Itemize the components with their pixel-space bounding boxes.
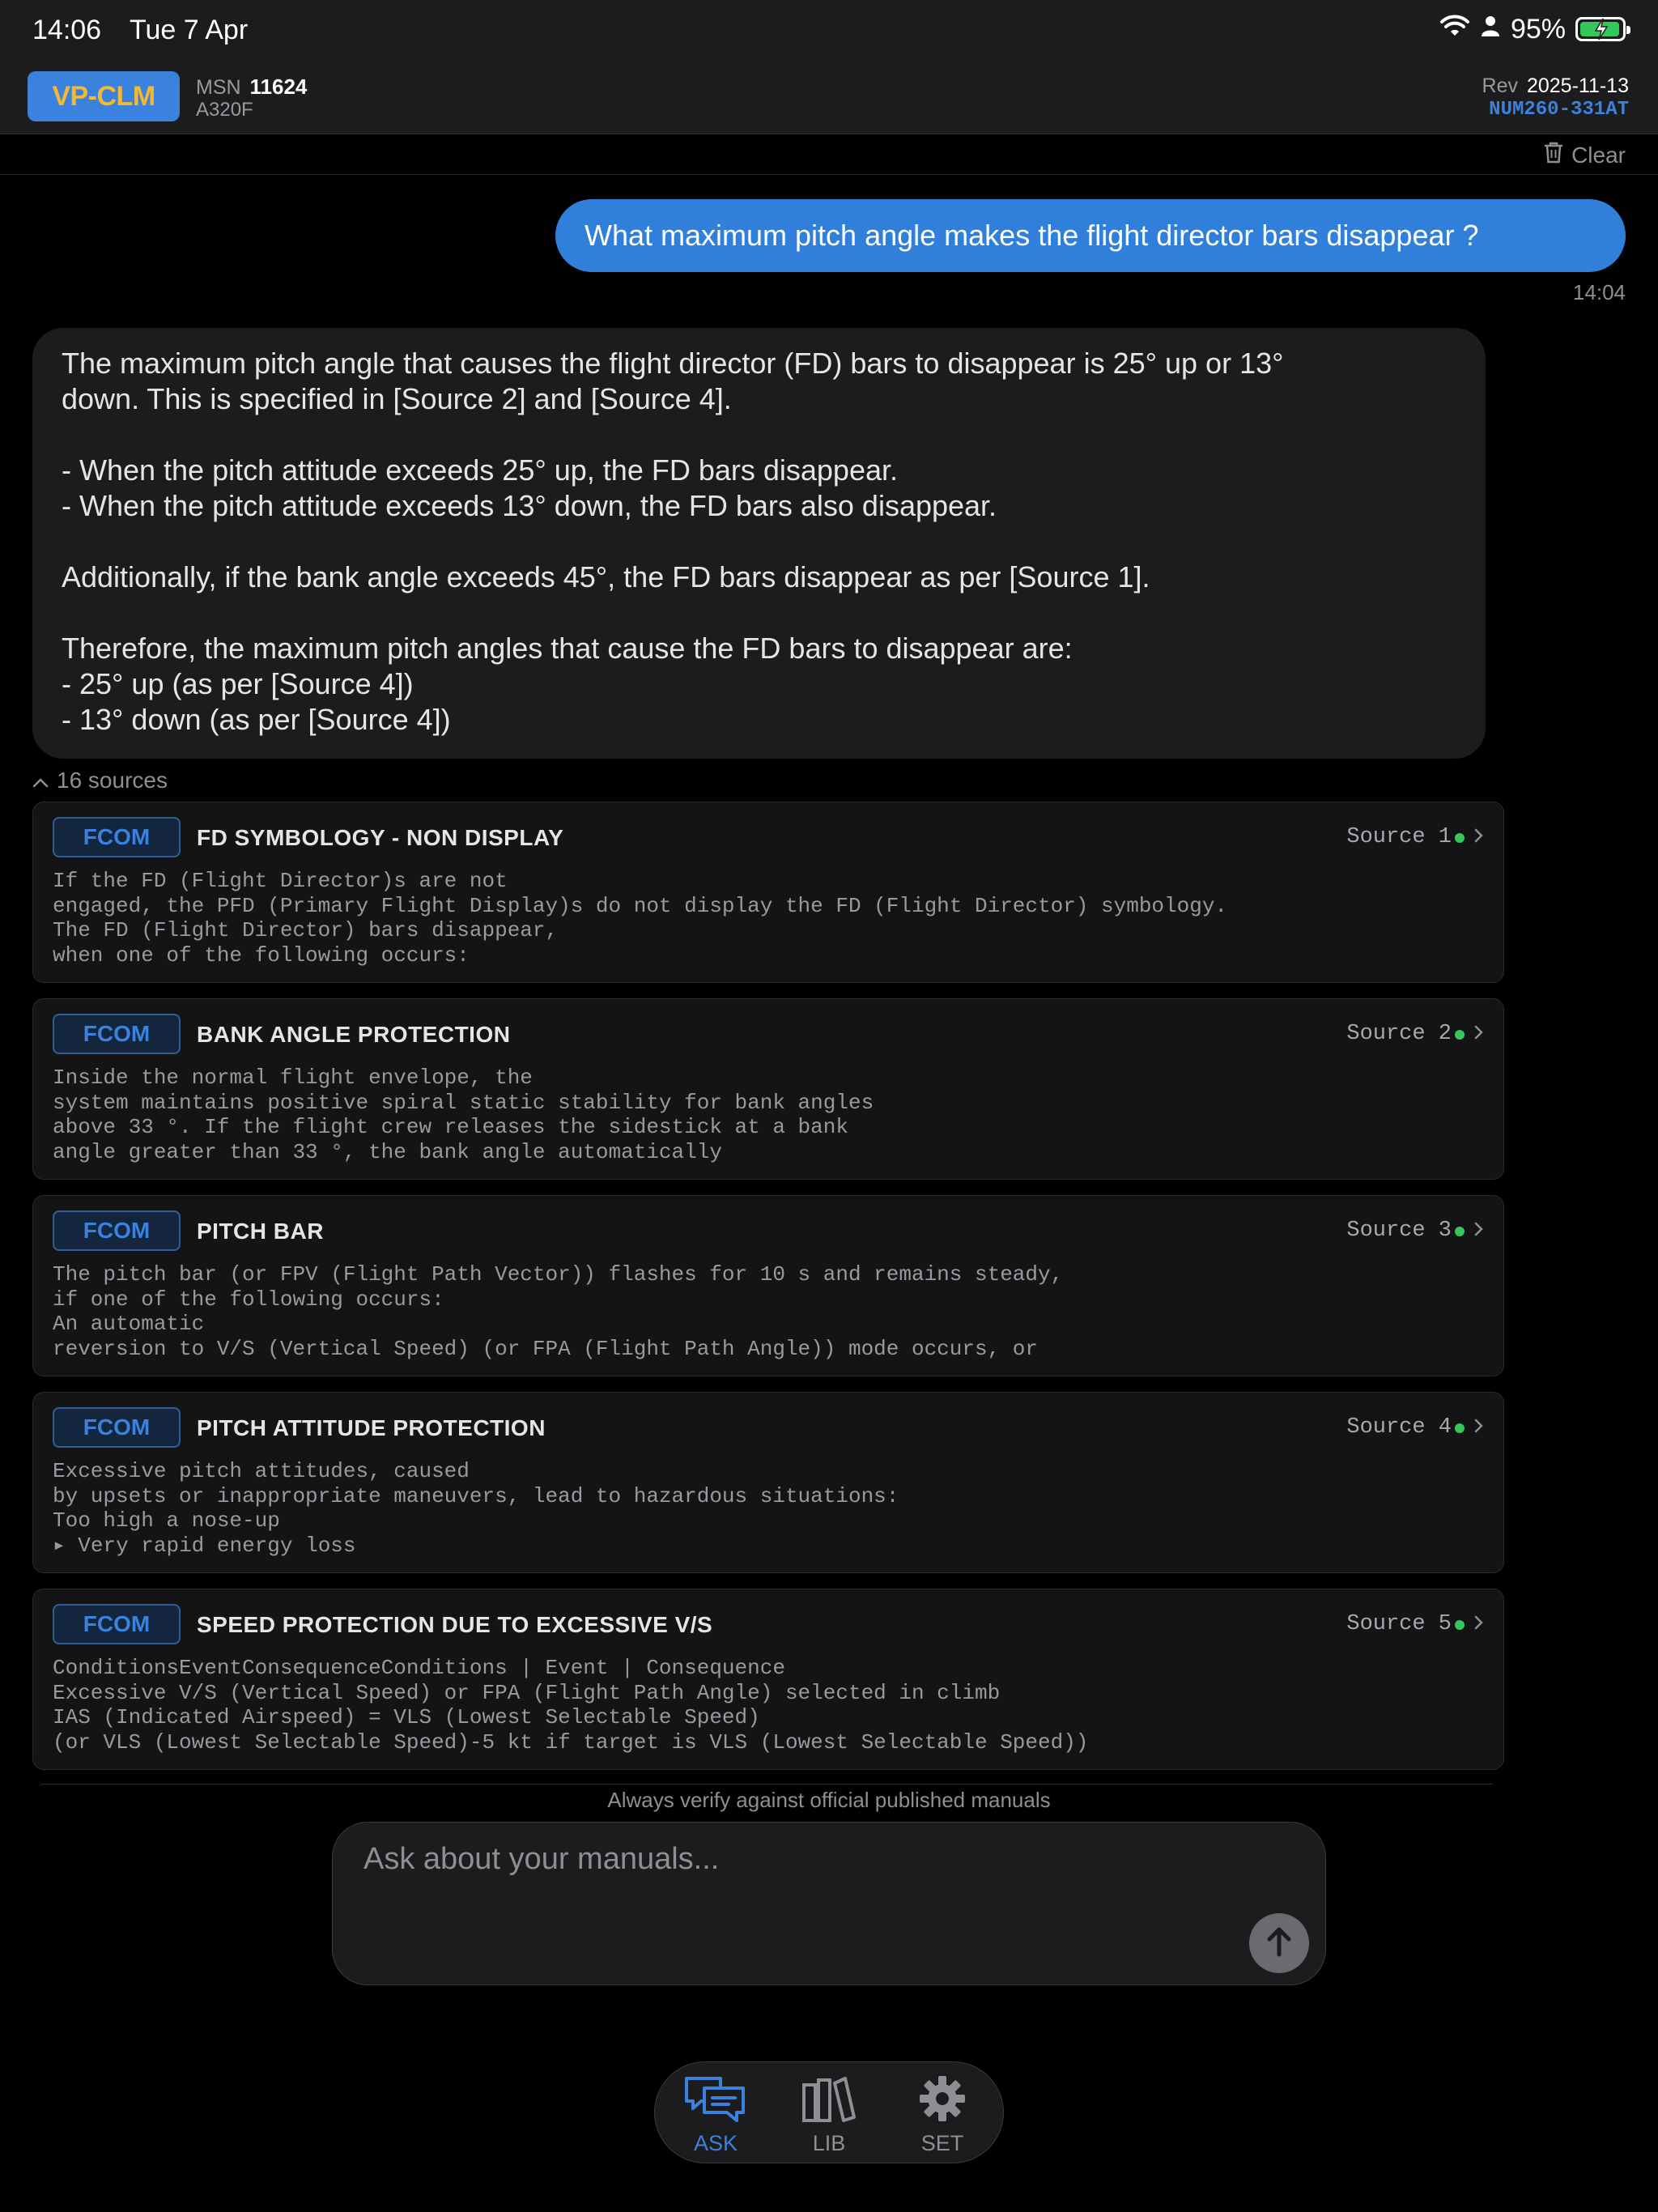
source-card[interactable]: FCOM BANK ANGLE PROTECTION Source 2 Insi… xyxy=(32,998,1504,1180)
document-type-badge: FCOM xyxy=(53,1407,181,1448)
source-card[interactable]: FCOM PITCH BAR Source 3 The pitch bar (o… xyxy=(32,1195,1504,1376)
source-number: Source 1 xyxy=(1346,825,1452,849)
chevron-right-icon xyxy=(1469,1614,1487,1631)
chevron-up-icon xyxy=(32,768,49,793)
chevron-right-icon xyxy=(1469,1220,1487,1238)
source-card[interactable]: FCOM SPEED PROTECTION DUE TO EXCESSIVE V… xyxy=(32,1589,1504,1770)
answer-line: Additionally, if the bank angle exceeds … xyxy=(62,560,1150,593)
source-excerpt: ConditionsEventConsequenceConditions | E… xyxy=(53,1656,1089,1755)
send-button[interactable] xyxy=(1249,1913,1309,1973)
status-time: 14:06 xyxy=(32,15,102,45)
answer-line: - When the pitch attitude exceeds 13° do… xyxy=(62,489,997,522)
tab-lib[interactable]: LIB xyxy=(784,2074,874,2156)
status-dot-icon xyxy=(1455,833,1465,843)
source-excerpt: Excessive pitch attitudes, caused by upse… xyxy=(53,1459,899,1558)
revision-code: NUM260-331AT xyxy=(1489,99,1629,121)
tab-set[interactable]: SET xyxy=(898,2074,987,2156)
message-composer[interactable] xyxy=(332,1822,1326,1985)
source-number: Source 4 xyxy=(1346,1415,1452,1440)
gear-icon xyxy=(917,2074,967,2128)
chat-toolbar: Clear xyxy=(0,134,1658,175)
document-type-badge: FCOM xyxy=(53,1014,181,1054)
source-number: Source 3 xyxy=(1346,1219,1452,1243)
source-title: PITCH ATTITUDE PROTECTION xyxy=(197,1415,546,1440)
source-title: FD SYMBOLOGY - NON DISPLAY xyxy=(197,825,564,850)
chat-bubbles-icon xyxy=(683,2074,748,2128)
source-title: SPEED PROTECTION DUE TO EXCESSIVE V/S xyxy=(197,1612,713,1637)
message-timestamp: 14:04 xyxy=(1572,280,1626,304)
arrow-up-icon xyxy=(1265,1925,1294,1962)
user-message-bubble: What maximum pitch angle makes the fligh… xyxy=(555,199,1626,272)
msn-label: MSN xyxy=(196,76,241,99)
rev-label: Rev xyxy=(1482,74,1519,97)
disclaimer-text: Always verify against official published… xyxy=(607,1788,1051,1812)
answer-line: down. This is specified in [Source 2] an… xyxy=(62,382,732,415)
revision-info: Rev 2025-11-13 xyxy=(1482,74,1629,98)
document-type-badge: FCOM xyxy=(53,817,181,857)
battery-charging-icon xyxy=(1575,17,1630,41)
tab-ask[interactable]: ASK xyxy=(671,2074,760,2156)
person-icon xyxy=(1480,14,1501,45)
chevron-right-icon xyxy=(1469,827,1487,844)
source-title: PITCH BAR xyxy=(197,1219,324,1244)
source-number: Source 2 xyxy=(1346,1022,1452,1046)
source-card[interactable]: FCOM FD SYMBOLOGY - NON DISPLAY Source 1… xyxy=(32,802,1504,983)
status-dot-icon xyxy=(1455,1227,1465,1236)
answer-line: Therefore, the maximum pitch angles that… xyxy=(62,632,1073,665)
answer-line: - 13° down (as per [Source 4]) xyxy=(62,703,451,736)
chevron-right-icon xyxy=(1469,1023,1487,1041)
source-title: BANK ANGLE PROTECTION xyxy=(197,1022,511,1047)
user-message-text: What maximum pitch angle makes the fligh… xyxy=(585,219,1479,252)
answer-line: The maximum pitch angle that causes the … xyxy=(62,347,1284,380)
source-number: Source 5 xyxy=(1346,1612,1452,1636)
registration-badge[interactable]: VP-CLM xyxy=(28,71,180,121)
wifi-icon xyxy=(1439,14,1470,45)
rev-date: 2025-11-13 xyxy=(1526,74,1629,97)
aircraft-header: VP-CLM MSN 11624 A320F Rev 2025-11-13 NU… xyxy=(0,58,1658,134)
msn-value: 11624 xyxy=(249,74,308,99)
clear-label: Clear xyxy=(1571,142,1626,168)
tab-bar: ASK LIB SET xyxy=(654,2061,1004,2163)
aircraft-model: A320F xyxy=(196,99,253,121)
status-indicators: 95% xyxy=(1439,11,1630,47)
sources-count: 16 sources xyxy=(57,768,168,793)
source-excerpt: The pitch bar (or FPV (Flight Path Vecto… xyxy=(53,1262,1064,1361)
clear-button[interactable]: Clear xyxy=(1544,141,1626,169)
library-books-icon xyxy=(801,2074,857,2128)
tab-set-label: SET xyxy=(920,2131,964,2155)
status-bar: 14:06 Tue 7 Apr 95% xyxy=(0,0,1658,58)
status-dot-icon xyxy=(1455,1423,1465,1433)
status-dot-icon xyxy=(1455,1620,1465,1630)
source-excerpt: Inside the normal flight envelope, the sy… xyxy=(53,1066,874,1164)
status-dot-icon xyxy=(1455,1030,1465,1040)
tab-lib-label: LIB xyxy=(812,2131,846,2155)
battery-percent: 95% xyxy=(1510,13,1566,45)
answer-line: - When the pitch attitude exceeds 25° up… xyxy=(62,453,898,487)
question-input[interactable] xyxy=(363,1842,1254,1877)
trash-icon xyxy=(1544,141,1563,169)
registration-text: VP-CLM xyxy=(52,80,155,112)
source-excerpt: If the FD (Flight Director)s are not enga… xyxy=(53,869,1228,968)
document-type-badge: FCOM xyxy=(53,1210,181,1251)
tab-ask-label: ASK xyxy=(693,2131,738,2155)
assistant-message-bubble: The maximum pitch angle that causes the … xyxy=(32,328,1486,759)
source-card[interactable]: FCOM PITCH ATTITUDE PROTECTION Source 4 … xyxy=(32,1392,1504,1573)
document-type-badge: FCOM xyxy=(53,1604,181,1644)
status-date: Tue 7 Apr xyxy=(130,15,249,45)
answer-line: - 25° up (as per [Source 4]) xyxy=(62,667,414,700)
msn-info: MSN 11624 xyxy=(196,74,307,100)
sources-toggle[interactable]: 16 sources xyxy=(32,768,168,793)
chevron-right-icon xyxy=(1469,1417,1487,1435)
